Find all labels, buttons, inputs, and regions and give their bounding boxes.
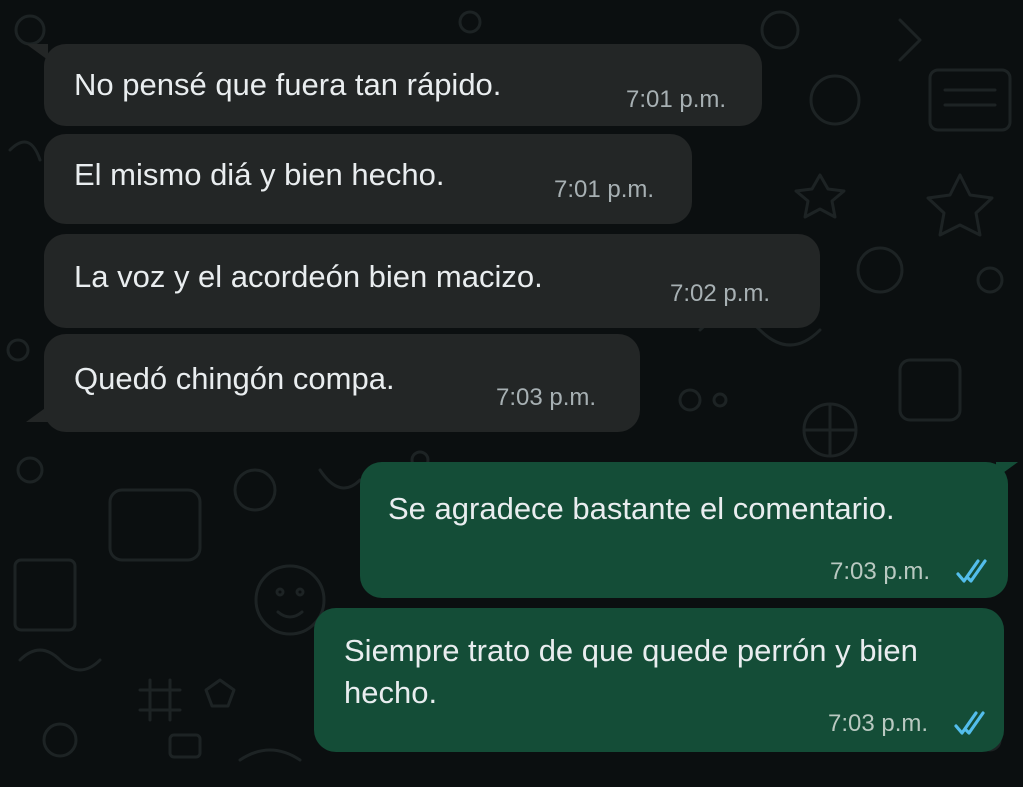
doodle-newspaper-icon (928, 68, 1012, 132)
message-text: La voz y el acordeón bien macizo. (74, 259, 543, 294)
message-timestamp: 7:03 p.m. (830, 558, 931, 585)
incoming-message[interactable]: La voz y el acordeón bien macizo. 7:02 p… (44, 234, 820, 328)
incoming-message[interactable]: No pensé que fuera tan rápido. 7:01 p.m. (44, 44, 762, 126)
double-check-read-icon (956, 559, 987, 583)
message-timestamp: 7:01 p.m. (554, 176, 655, 203)
incoming-message[interactable]: El mismo diá y bien hecho. 7:01 p.m. (44, 134, 692, 224)
doodle-hash-icon (138, 678, 182, 722)
message-timestamp: 7:01 p.m. (626, 86, 727, 113)
doodle-face-icon (809, 74, 861, 126)
doodle-circle-icon (14, 14, 46, 46)
message-text: Siempre trato de que quede perrón y bien… (344, 633, 918, 710)
outgoing-message[interactable]: Se agradece bastante el comentario. 7:03… (360, 462, 1008, 598)
message-timestamp: 7:02 p.m. (670, 280, 771, 307)
message-text: No pensé que fuera tan rápido. (74, 67, 502, 102)
incoming-message[interactable]: Quedó chingón compa. 7:03 p.m. (44, 334, 640, 432)
doodle-backpack-icon (108, 488, 202, 562)
message-text: El mismo diá y bien hecho. (74, 157, 445, 192)
doodle-milk-icon (13, 558, 77, 632)
outgoing-message[interactable]: Siempre trato de que quede perrón y bien… (314, 608, 1004, 752)
doodle-star-icon (926, 173, 994, 237)
message-text: Quedó chingón compa. (74, 361, 395, 396)
message-text: Se agradece bastante el comentario. (388, 491, 895, 526)
message-timestamp: 7:03 p.m. (828, 710, 929, 737)
message-timestamp: 7:03 p.m. (496, 384, 597, 411)
double-check-read-icon (954, 711, 985, 735)
